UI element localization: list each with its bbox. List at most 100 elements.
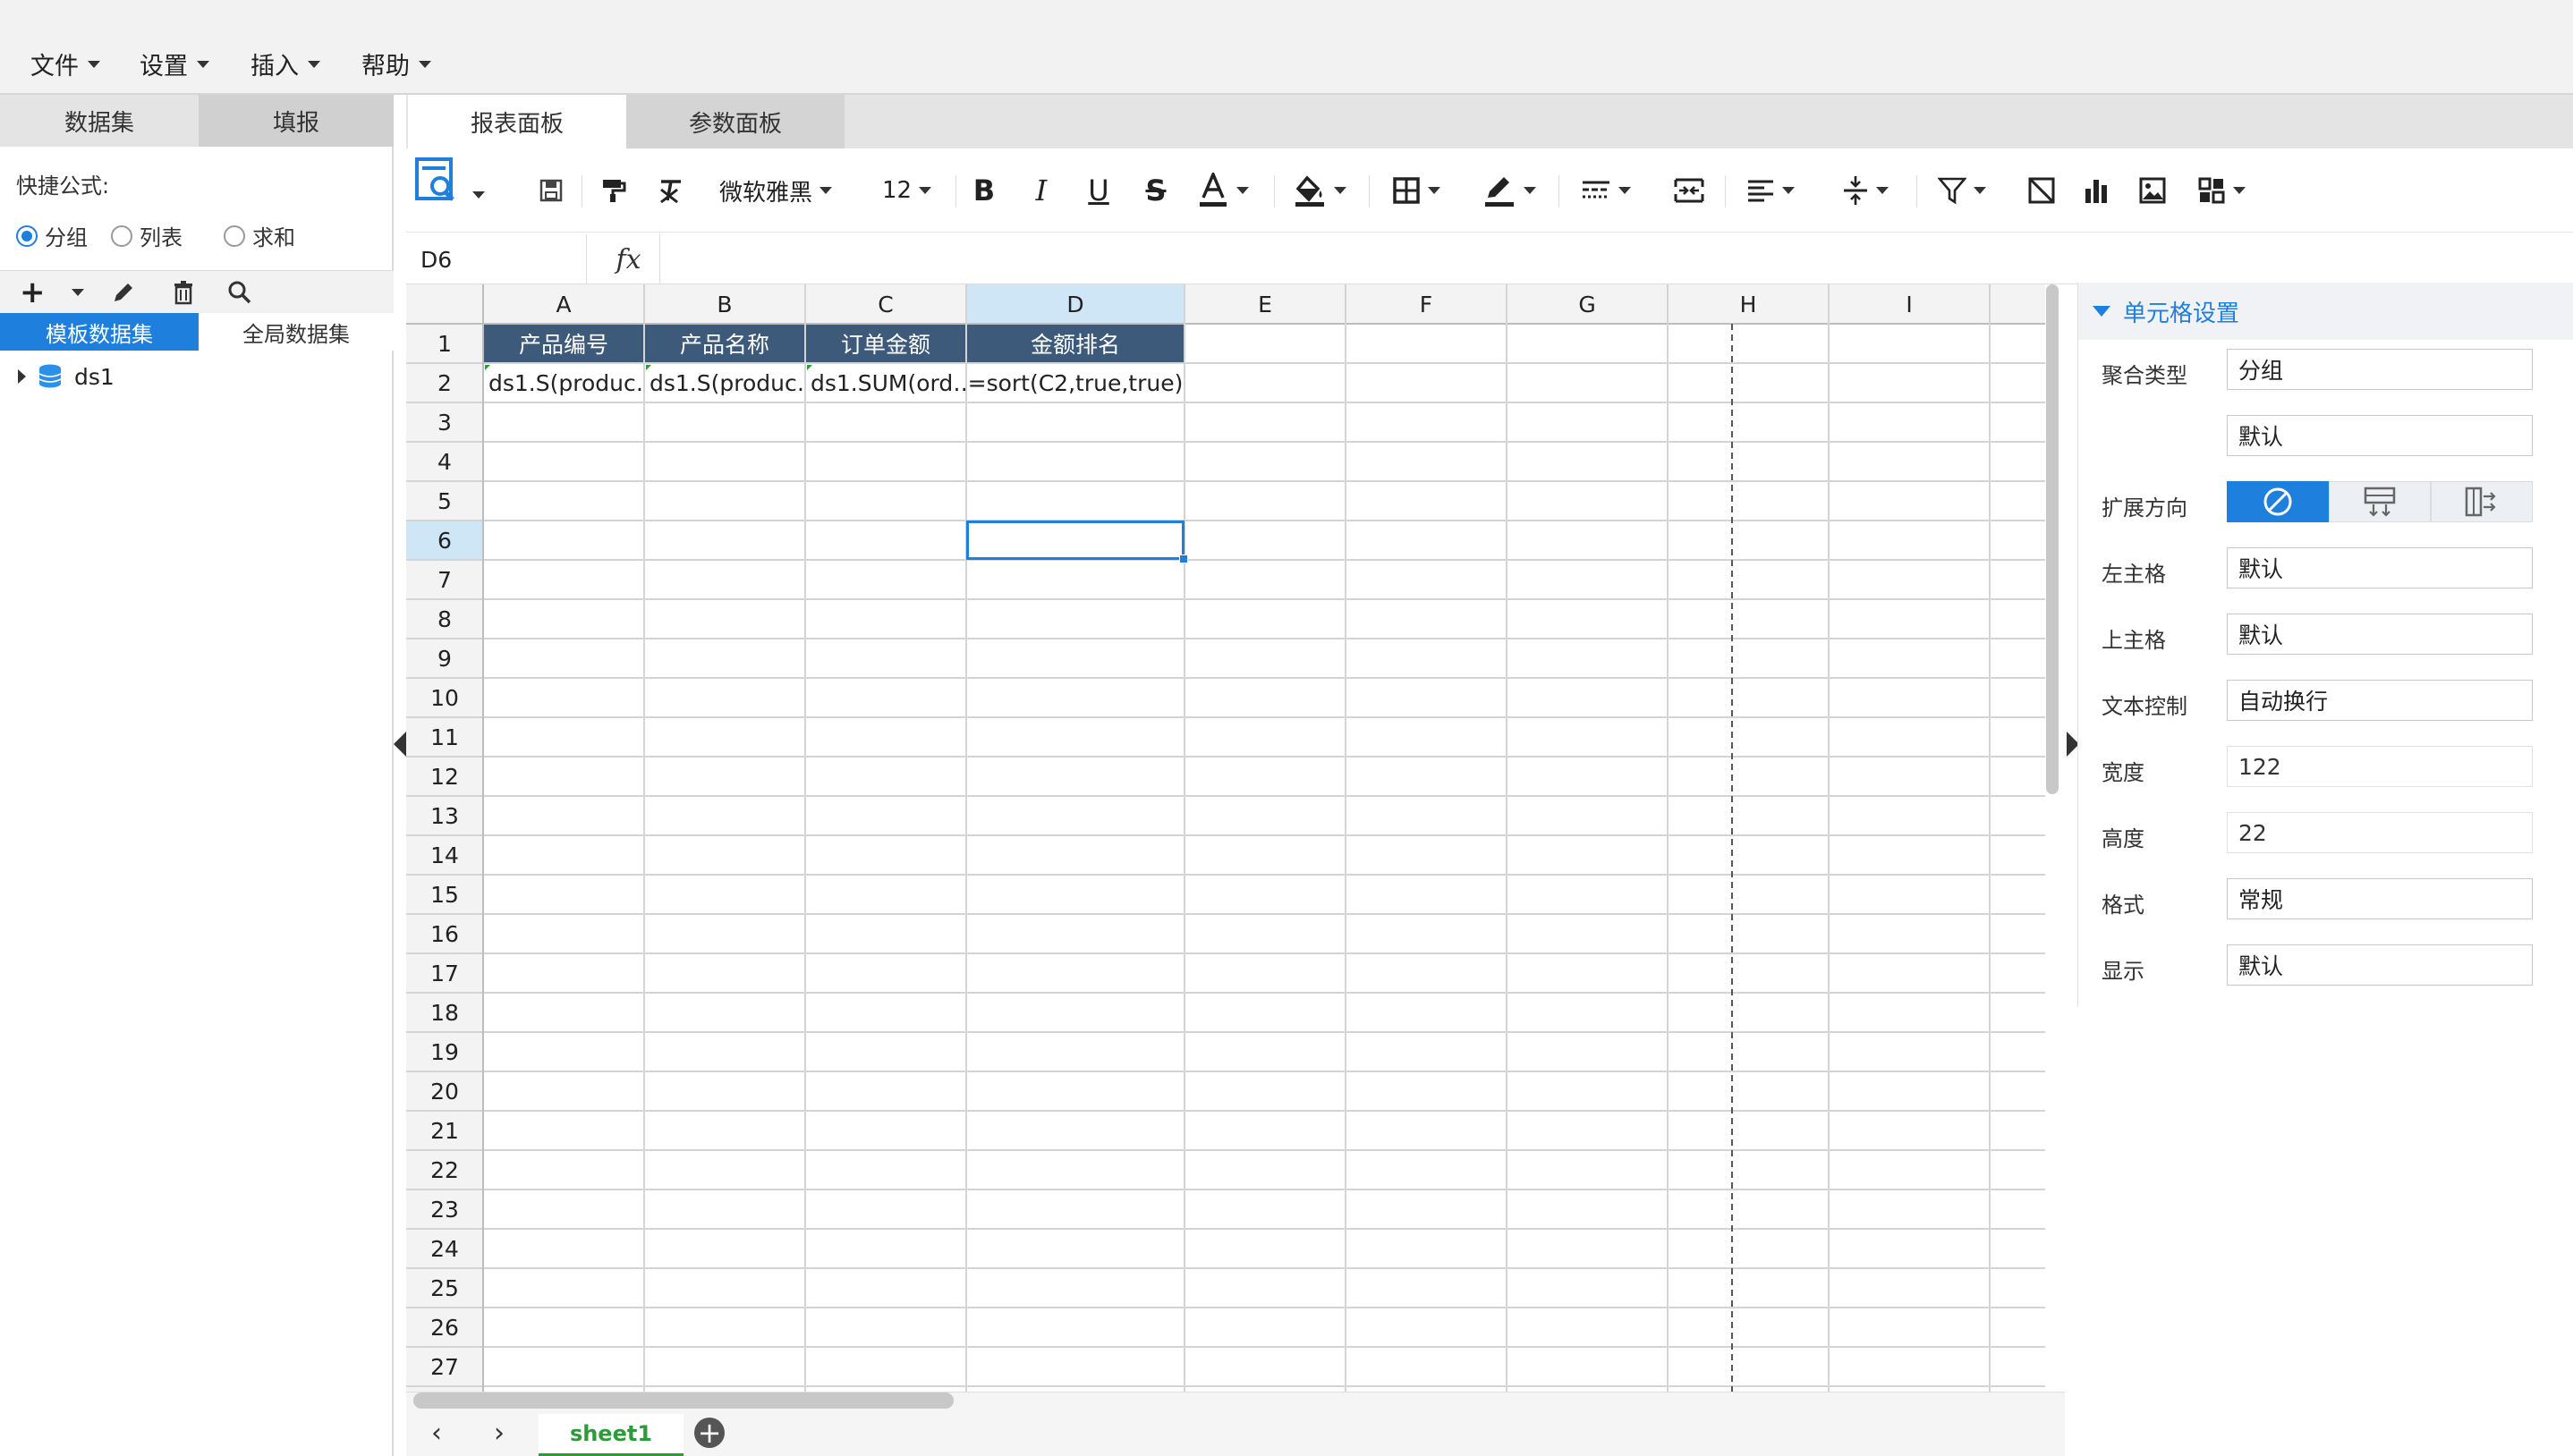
- font-size-select[interactable]: 12: [882, 170, 941, 211]
- radio-sum[interactable]: 求和: [224, 220, 295, 251]
- tab-dataset[interactable]: 数据集: [0, 95, 199, 147]
- next-sheet-icon[interactable]: ›: [494, 1418, 505, 1449]
- menu-insert[interactable]: 插入: [251, 47, 320, 81]
- sheet-tab[interactable]: sheet1: [539, 1414, 684, 1456]
- insert-chart-button[interactable]: [2079, 170, 2115, 211]
- column-header[interactable]: I: [1829, 284, 1990, 324]
- row-header[interactable]: 1: [406, 324, 483, 363]
- row-header[interactable]: 7: [406, 560, 483, 599]
- header-cell[interactable]: 产品编号: [484, 325, 643, 362]
- row-header[interactable]: 10: [406, 678, 483, 717]
- radio-list[interactable]: 列表: [111, 220, 183, 251]
- prev-sheet-icon[interactable]: ‹: [431, 1418, 442, 1449]
- setting-input[interactable]: 常规: [2227, 878, 2533, 919]
- column-header[interactable]: H: [1668, 284, 1829, 324]
- row-header[interactable]: 20: [406, 1071, 483, 1111]
- row-header[interactable]: 8: [406, 599, 483, 639]
- bold-button[interactable]: B: [968, 170, 1000, 211]
- horizontal-scrollbar[interactable]: [413, 1393, 954, 1409]
- vertical-scrollbar[interactable]: [2046, 284, 2059, 794]
- row-header[interactable]: 4: [406, 442, 483, 481]
- tree-item-ds1[interactable]: ds1: [18, 363, 115, 390]
- header-cell[interactable]: 产品名称: [645, 325, 804, 362]
- row-header[interactable]: 15: [406, 875, 483, 914]
- column-header[interactable]: A: [483, 284, 644, 324]
- preview-button[interactable]: [413, 157, 485, 202]
- row-header[interactable]: 18: [406, 993, 483, 1032]
- tab-fill[interactable]: 填报: [199, 95, 394, 147]
- tab-param-panel[interactable]: 参数面板: [626, 95, 845, 148]
- formula-input[interactable]: [662, 234, 2573, 284]
- column-header[interactable]: D: [966, 284, 1185, 324]
- merge-cells-button[interactable]: [1671, 170, 1707, 211]
- formula-cell[interactable]: ds1.SUM(ord…: [805, 363, 966, 402]
- row-header[interactable]: 26: [406, 1308, 483, 1347]
- row-header[interactable]: 11: [406, 717, 483, 757]
- expand-horizontal-button[interactable]: [2431, 481, 2533, 522]
- font-family-select[interactable]: 微软雅黑: [719, 170, 845, 211]
- italic-button[interactable]: I: [1025, 170, 1057, 211]
- row-header[interactable]: 16: [406, 914, 483, 953]
- row-header[interactable]: 21: [406, 1111, 483, 1150]
- column-header[interactable]: G: [1507, 284, 1668, 324]
- row-header[interactable]: 6: [406, 521, 483, 560]
- row-header[interactable]: 5: [406, 481, 483, 521]
- add-icon[interactable]: +: [20, 275, 46, 310]
- header-cell[interactable]: 金额排名: [967, 325, 1184, 362]
- menu-file[interactable]: 文件: [30, 47, 100, 81]
- row-header[interactable]: 22: [406, 1150, 483, 1189]
- cell-reference[interactable]: D6: [406, 234, 587, 284]
- setting-input[interactable]: 默认: [2227, 547, 2533, 588]
- border-button[interactable]: [1385, 170, 1448, 211]
- setting-input[interactable]: 自动换行: [2227, 680, 2533, 721]
- line-style-button[interactable]: [1575, 170, 1637, 211]
- expand-icon[interactable]: [18, 369, 26, 384]
- underline-button[interactable]: U: [1083, 170, 1115, 211]
- row-header[interactable]: 17: [406, 953, 483, 993]
- column-header[interactable]: B: [644, 284, 805, 324]
- setting-input[interactable]: 默认: [2227, 614, 2533, 655]
- selected-cell[interactable]: [966, 521, 1185, 560]
- edit-icon[interactable]: [111, 278, 136, 307]
- clear-format-button[interactable]: [655, 170, 687, 211]
- tab-global-dataset[interactable]: 全局数据集: [199, 313, 394, 351]
- row-header[interactable]: 25: [406, 1268, 483, 1308]
- fill-handle[interactable]: [1179, 554, 1188, 563]
- search-icon[interactable]: [227, 278, 252, 307]
- insert-image-button[interactable]: [2135, 170, 2170, 211]
- strikethrough-button[interactable]: S: [1140, 170, 1172, 211]
- setting-input[interactable]: 分组: [2227, 349, 2533, 390]
- row-header[interactable]: 23: [406, 1189, 483, 1229]
- row-header[interactable]: 27: [406, 1347, 483, 1386]
- save-button[interactable]: [535, 170, 567, 211]
- border-color-button[interactable]: [1478, 170, 1541, 211]
- tab-template-dataset[interactable]: 模板数据集: [0, 313, 199, 351]
- column-header[interactable]: E: [1185, 284, 1346, 324]
- font-color-button[interactable]: [1192, 170, 1254, 211]
- spreadsheet-grid[interactable]: A B C D E F G H I 1 2 3 4 5 6 7 8 9 10 11 12 13 14 15 16 17 18 19 20…: [406, 284, 2045, 1392]
- row-header[interactable]: 2: [406, 363, 483, 402]
- row-header[interactable]: 3: [406, 402, 483, 442]
- formula-cell[interactable]: ds1.S(produc…: [644, 363, 805, 402]
- expand-vertical-button[interactable]: [2329, 481, 2431, 522]
- setting-input[interactable]: 22: [2227, 812, 2533, 853]
- row-header[interactable]: 19: [406, 1032, 483, 1071]
- collapse-left-icon[interactable]: [394, 732, 406, 757]
- radio-group[interactable]: 分组: [16, 220, 88, 251]
- fill-color-button[interactable]: [1288, 170, 1351, 211]
- menu-settings[interactable]: 设置: [140, 47, 209, 81]
- filter-button[interactable]: [1931, 170, 1993, 211]
- row-header[interactable]: 14: [406, 835, 483, 875]
- expand-none-button[interactable]: [2227, 481, 2329, 522]
- align-button[interactable]: [1739, 170, 1802, 211]
- formula-cell[interactable]: ds1.S(produc…: [483, 363, 644, 402]
- setting-input[interactable]: 122: [2227, 746, 2533, 787]
- vertical-align-button[interactable]: [1834, 170, 1897, 211]
- cell-settings-header[interactable]: 单元格设置: [2078, 283, 2573, 340]
- more-widgets-button[interactable]: [2190, 170, 2253, 211]
- setting-input[interactable]: 默认: [2227, 944, 2533, 986]
- tab-report-panel[interactable]: 报表面板: [408, 95, 626, 148]
- row-header[interactable]: 12: [406, 757, 483, 796]
- row-header[interactable]: 24: [406, 1229, 483, 1268]
- setting-input[interactable]: 默认: [2227, 415, 2533, 456]
